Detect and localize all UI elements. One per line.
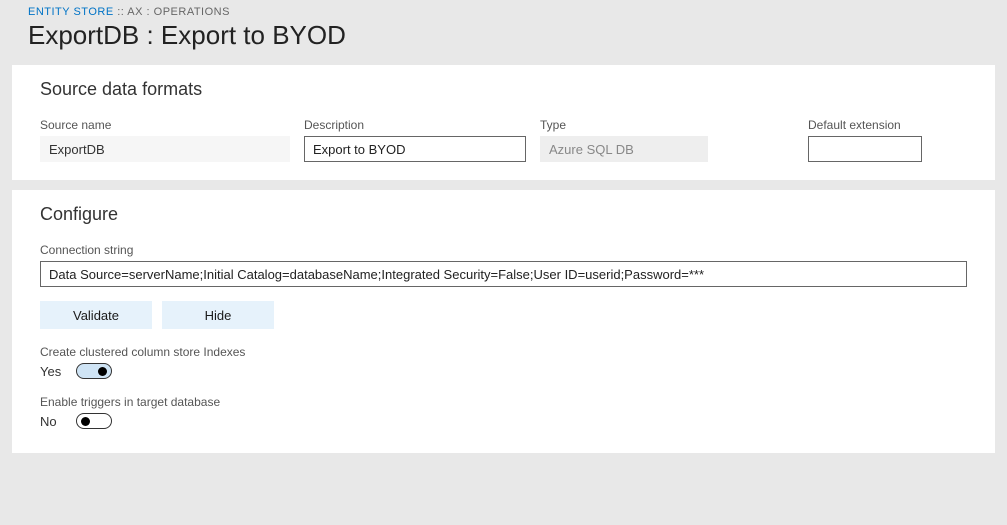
label-description: Description: [304, 118, 526, 132]
toggle-clustered-indexes: Create clustered column store Indexes Ye…: [40, 345, 967, 379]
toggle-knob-icon: [98, 367, 107, 376]
source-form-row: Source name Description Type Default ext…: [40, 118, 967, 162]
toggle-line-clustered: Yes: [40, 363, 967, 379]
spacer: [722, 118, 794, 162]
field-default-extension: Default extension: [808, 118, 922, 162]
breadcrumb-separator: ::: [114, 6, 128, 18]
page-title: ExportDB : Export to BYOD: [0, 18, 1007, 65]
input-default-extension[interactable]: [808, 136, 922, 162]
validate-button[interactable]: Validate: [40, 301, 152, 329]
toggle-enable-triggers: Enable triggers in target database No: [40, 395, 967, 429]
panel-header-configure: Configure: [40, 204, 967, 225]
field-description: Description: [304, 118, 526, 162]
configure-button-row: Validate Hide: [40, 301, 967, 329]
page-root: ENTITY STORE :: AX : OPERATIONS ExportDB…: [0, 0, 1007, 453]
input-description[interactable]: [304, 136, 526, 162]
toggle-caption-clustered: Create clustered column store Indexes: [40, 345, 967, 359]
toggle-value-clustered: Yes: [40, 364, 62, 379]
label-source-name: Source name: [40, 118, 290, 132]
toggle-switch-triggers[interactable]: [76, 413, 112, 429]
input-connection-string[interactable]: [40, 261, 967, 287]
toggle-knob-icon: [81, 417, 90, 426]
toggle-line-triggers: No: [40, 413, 967, 429]
toggle-switch-clustered[interactable]: [76, 363, 112, 379]
breadcrumb: ENTITY STORE :: AX : OPERATIONS: [0, 0, 1007, 18]
panel-configure: Configure Connection string Validate Hid…: [12, 190, 995, 453]
label-connection-string: Connection string: [40, 243, 967, 257]
breadcrumb-tail: AX : OPERATIONS: [127, 6, 230, 18]
label-type: Type: [540, 118, 708, 132]
input-source-name[interactable]: [40, 136, 290, 162]
breadcrumb-link-entity-store[interactable]: ENTITY STORE: [28, 6, 114, 18]
field-source-name: Source name: [40, 118, 290, 162]
input-type[interactable]: [540, 136, 708, 162]
toggle-value-triggers: No: [40, 414, 62, 429]
panel-source-data-formats: Source data formats Source name Descript…: [12, 65, 995, 180]
panel-header-source: Source data formats: [40, 79, 967, 100]
toggle-caption-triggers: Enable triggers in target database: [40, 395, 967, 409]
label-default-extension: Default extension: [808, 118, 922, 132]
hide-button[interactable]: Hide: [162, 301, 274, 329]
field-connection-string: Connection string: [40, 243, 967, 287]
field-type: Type: [540, 118, 708, 162]
